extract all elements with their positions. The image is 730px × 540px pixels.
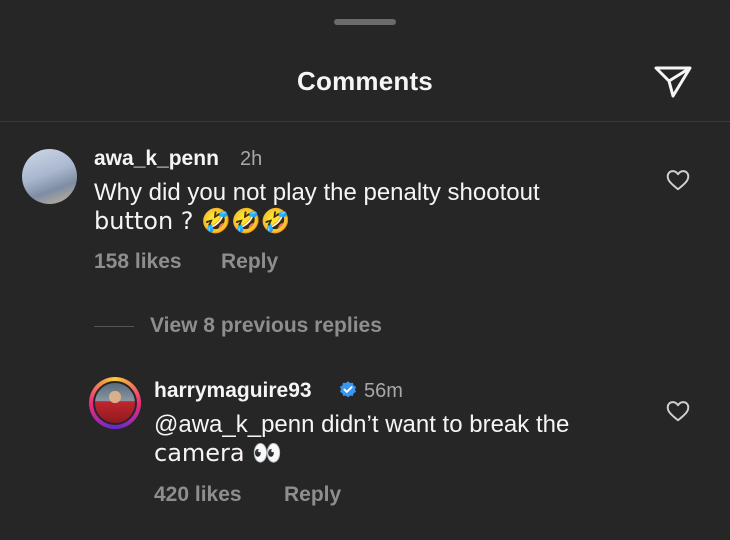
comment-text-line-1: Why did you not play the penalty shootou… <box>94 179 540 206</box>
reply-like-button[interactable] <box>665 398 691 424</box>
reply-text-line-2: camera 👀 <box>154 439 283 467</box>
comment-username[interactable]: awa_k_penn <box>94 147 219 171</box>
reply-likes[interactable]: 420 likes <box>154 483 242 507</box>
reply-button[interactable]: Reply <box>221 250 278 274</box>
comment-text-line-2: button ? 🤣🤣🤣 <box>94 207 291 235</box>
comments-header: Comments <box>0 44 730 122</box>
verified-badge-icon <box>340 381 356 398</box>
heart-icon <box>666 170 690 191</box>
reply-reply-button[interactable]: Reply <box>284 483 341 507</box>
like-button[interactable] <box>665 167 691 193</box>
reply-username[interactable]: harrymaguire93 <box>154 379 312 403</box>
view-previous-replies[interactable]: View 8 previous replies <box>94 312 382 340</box>
heart-icon <box>666 401 690 422</box>
comments-sheet: Comments awa_k_penn 2h Why did you not p… <box>0 0 730 540</box>
comment-time: 2h <box>240 148 263 170</box>
reply-time: 56m <box>364 380 403 402</box>
drag-handle[interactable] <box>334 19 396 25</box>
comment-likes[interactable]: 158 likes <box>94 250 182 274</box>
avatar[interactable] <box>22 149 77 204</box>
divider <box>94 325 134 327</box>
view-replies-label: View 8 previous replies <box>150 314 382 337</box>
page-title: Comments <box>297 66 433 96</box>
send-icon <box>654 66 692 98</box>
reply-text-line-1: @awa_k_penn didn’t want to break the <box>154 411 570 438</box>
reply-avatar[interactable] <box>93 381 137 425</box>
share-button[interactable] <box>652 63 694 101</box>
